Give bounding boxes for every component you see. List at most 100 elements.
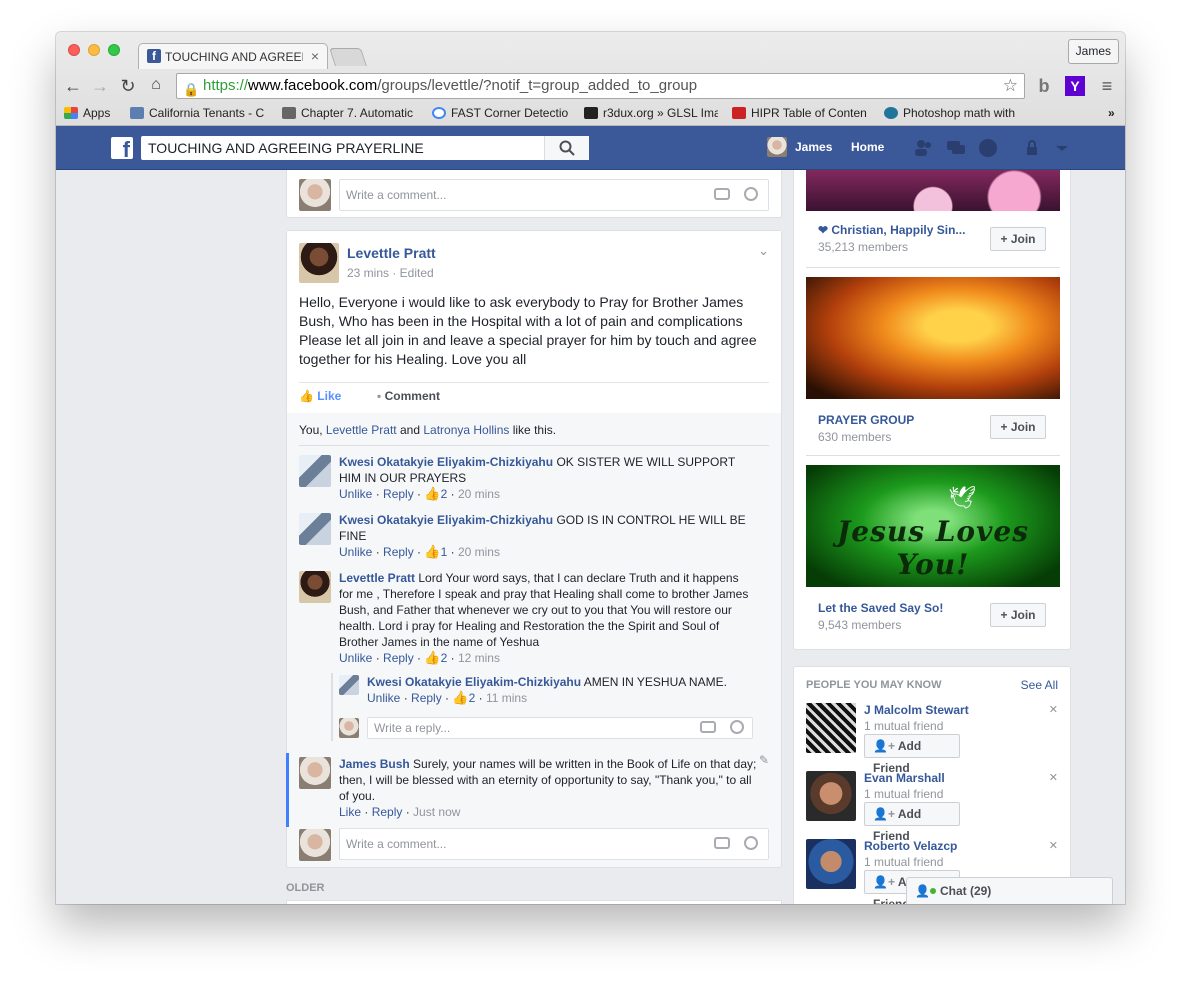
forward-arrow-icon[interactable]: → <box>90 76 110 97</box>
unlike-link[interactable]: Unlike <box>339 651 372 665</box>
add-friend-button[interactable]: 👤+ Add Friend <box>864 802 960 843</box>
group-cover-image[interactable] <box>806 277 1060 399</box>
bookmark-item[interactable]: r3dux.org » GLSL Ima <box>584 106 718 120</box>
comment-input[interactable]: Write a comment... <box>339 179 769 211</box>
reply-link[interactable]: Reply <box>383 487 414 501</box>
comment-like-count[interactable]: 2 <box>441 651 448 665</box>
dismiss-close-icon[interactable]: ✕ <box>1049 703 1058 716</box>
user-avatar[interactable] <box>767 137 787 157</box>
comment-author[interactable]: James Bush <box>339 757 410 771</box>
close-window-button[interactable] <box>68 44 80 56</box>
post-meta[interactable]: 23 mins · Edited <box>347 266 434 280</box>
group-cover-image[interactable]: Jesus Loves You! 🕊 <box>806 465 1060 587</box>
bookmark-item[interactable]: California Tenants - C <box>130 106 270 120</box>
profile-link[interactable]: James <box>795 140 832 154</box>
person-avatar[interactable] <box>806 703 856 753</box>
reply-link[interactable]: Reply <box>372 805 403 819</box>
mutual-friends[interactable]: 1 mutual friend <box>864 719 943 733</box>
friend-requests-icon[interactable] <box>914 138 934 158</box>
commenter-avatar[interactable] <box>299 513 331 545</box>
reload-icon[interactable]: ↻ <box>118 76 138 97</box>
join-group-button[interactable]: + Join <box>990 227 1046 251</box>
comment-like-count[interactable]: 1 <box>441 545 448 559</box>
camera-icon[interactable] <box>714 188 730 200</box>
commenter-avatar[interactable] <box>299 757 331 789</box>
post-author[interactable]: Levettle Pratt <box>347 245 436 261</box>
post-options-chevron-down-icon[interactable]: ⌄ <box>758 243 769 259</box>
bookmark-item[interactable]: Photoshop math with <box>884 106 1020 120</box>
see-all-link[interactable]: See All <box>1021 678 1058 692</box>
comment-button[interactable]: ▪ Comment <box>377 389 440 403</box>
comment-author[interactable]: Kwesi Okatakyie Eliyakim-Chizkiyahu <box>339 455 553 469</box>
reply-link[interactable]: Reply <box>383 545 414 559</box>
reply-like-count[interactable]: 2 <box>469 691 476 705</box>
group-name[interactable]: ❤ Christian, Happily Sin... <box>818 223 965 237</box>
person-avatar[interactable] <box>806 839 856 889</box>
new-tab-button[interactable] <box>329 48 367 66</box>
like-button[interactable]: 👍 Like <box>299 389 341 403</box>
chrome-menu-icon[interactable]: ≡ <box>1097 76 1117 96</box>
comment-author[interactable]: Levettle Pratt <box>339 571 415 585</box>
person-name[interactable]: J Malcolm Stewart <box>864 703 969 717</box>
back-arrow-icon[interactable]: ← <box>63 76 83 97</box>
mutual-friends[interactable]: 1 mutual friend <box>864 855 943 869</box>
camera-icon[interactable] <box>700 721 716 733</box>
bookmark-item[interactable]: Chapter 7. Automatic <box>282 106 422 120</box>
chat-sidebar-toggle[interactable]: 👤 Chat (29) <box>906 877 1113 904</box>
commenter-avatar[interactable] <box>299 571 331 603</box>
liker-link[interactable]: Latronya Hollins <box>423 423 509 437</box>
comment-input[interactable]: Write a comment... <box>339 828 769 860</box>
minimize-window-button[interactable] <box>88 44 100 56</box>
mutual-friends[interactable]: 1 mutual friend <box>864 787 943 801</box>
home-icon[interactable]: ⌂ <box>146 76 166 94</box>
bing-extension-icon[interactable]: b <box>1034 76 1054 96</box>
unlike-link[interactable]: Unlike <box>367 691 400 705</box>
dismiss-close-icon[interactable]: ✕ <box>1049 771 1058 784</box>
bookmark-item[interactable]: HIPR Table of Conten <box>732 106 868 120</box>
address-bar[interactable]: 🔒 https://www.facebook.com/groups/levett… <box>176 73 1025 99</box>
comment-like-count[interactable]: 2 <box>441 487 448 501</box>
join-group-button[interactable]: + Join <box>990 415 1046 439</box>
bookmarks-overflow-icon[interactable]: » <box>1108 106 1115 120</box>
bookmark-item[interactable]: FAST Corner Detectio <box>432 106 572 120</box>
reply-author[interactable]: Kwesi Okatakyie Eliyakim-Chizkiyahu <box>367 675 581 689</box>
search-input[interactable]: TOUCHING AND AGREEING PRAYERLINE <box>141 136 589 160</box>
like-link[interactable]: Like <box>339 805 361 819</box>
home-link[interactable]: Home <box>851 140 884 154</box>
author-avatar[interactable] <box>299 243 339 283</box>
privacy-lock-icon[interactable] <box>1024 138 1044 158</box>
yahoo-extension-icon[interactable]: Y <box>1065 76 1085 96</box>
person-avatar[interactable] <box>806 771 856 821</box>
bookmark-star-icon[interactable]: ☆ <box>1003 74 1018 98</box>
unlike-link[interactable]: Unlike <box>339 545 372 559</box>
group-name[interactable]: PRAYER GROUP <box>818 413 914 427</box>
emoji-icon[interactable] <box>730 720 744 734</box>
notifications-globe-icon[interactable] <box>978 138 998 158</box>
person-name[interactable]: Evan Marshall <box>864 771 945 785</box>
bookmark-apps[interactable]: Apps <box>64 106 110 120</box>
liker-link[interactable]: Levettle Pratt <box>326 423 397 437</box>
reply-link[interactable]: Reply <box>411 691 442 705</box>
profile-button[interactable]: James <box>1067 39 1119 64</box>
search-button[interactable] <box>544 136 589 160</box>
account-menu-chevron-down-icon[interactable] <box>1052 138 1072 158</box>
unlike-link[interactable]: Unlike <box>339 487 372 501</box>
emoji-icon[interactable] <box>744 187 758 201</box>
emoji-icon[interactable] <box>744 836 758 850</box>
dismiss-close-icon[interactable]: ✕ <box>1049 839 1058 852</box>
zoom-window-button[interactable] <box>108 44 120 56</box>
facebook-logo-icon[interactable]: f <box>111 137 133 159</box>
messages-icon[interactable] <box>946 138 966 158</box>
group-name[interactable]: Let the Saved Say So! <box>818 601 943 615</box>
replier-avatar[interactable] <box>339 675 359 695</box>
group-cover-image[interactable] <box>806 170 1060 211</box>
commenter-avatar[interactable] <box>299 455 331 487</box>
camera-icon[interactable] <box>714 837 730 849</box>
person-name[interactable]: Roberto Velazcp <box>864 839 957 853</box>
reply-input[interactable]: Write a reply... <box>367 717 753 739</box>
add-friend-button[interactable]: 👤+ Add Friend <box>864 734 960 775</box>
join-group-button[interactable]: + Join <box>990 603 1046 627</box>
browser-tab[interactable]: f TOUCHING AND AGREEING × <box>138 43 328 69</box>
close-tab-icon[interactable]: × <box>311 48 319 64</box>
reply-link[interactable]: Reply <box>383 651 414 665</box>
